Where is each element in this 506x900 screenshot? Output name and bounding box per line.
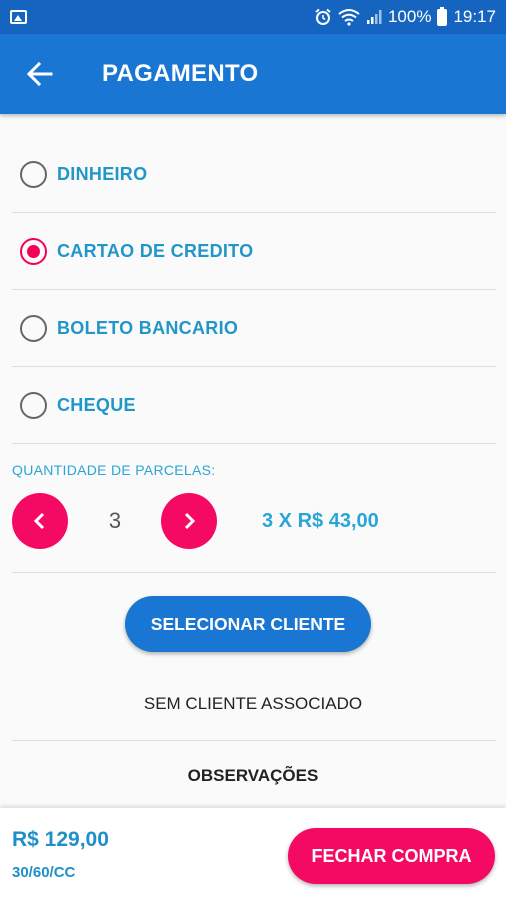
- battery-percent: 100%: [387, 7, 432, 26]
- decrement-button[interactable]: [12, 493, 68, 549]
- payment-option-label: CHEQUE: [57, 395, 136, 415]
- arrow-left-icon: [27, 61, 53, 87]
- payment-option-label: CARTAO DE CREDITO: [57, 241, 254, 261]
- increment-button[interactable]: [161, 493, 217, 549]
- image-icon: [10, 10, 27, 24]
- order-total: R$ 129,00: [12, 828, 109, 851]
- observations-button[interactable]: OBSERVAÇÕES: [0, 766, 506, 786]
- close-purchase-button[interactable]: FECHAR COMPRA: [288, 828, 495, 884]
- clock: 19:17: [453, 7, 496, 26]
- installments-label: QUANTIDADE DE PARCELAS:: [12, 462, 216, 478]
- signal-icon: [366, 10, 382, 24]
- battery-icon: [437, 6, 448, 26]
- chevron-right-icon: [184, 512, 196, 530]
- payment-option-cartao-de-credito[interactable]: CARTAO DE CREDITO: [12, 214, 496, 290]
- back-button[interactable]: [0, 34, 80, 114]
- radio-button[interactable]: [20, 392, 47, 419]
- radio-button-checked[interactable]: [20, 238, 47, 265]
- payment-option-label: DINHEIRO: [57, 164, 148, 184]
- installments-quantity: 3: [108, 508, 122, 533]
- payment-option-boleto-bancario[interactable]: BOLETO BANCARIO: [12, 291, 496, 367]
- radio-button[interactable]: [20, 161, 47, 188]
- app-bar: PAGAMENTO: [0, 34, 506, 114]
- wifi-icon: [338, 9, 360, 26]
- payment-option-label: BOLETO BANCARIO: [57, 318, 239, 338]
- divider: [12, 740, 496, 741]
- radio-button[interactable]: [20, 315, 47, 342]
- bottom-bar: R$ 129,00 30/60/CC FECHAR COMPRA: [0, 808, 506, 900]
- payment-option-dinheiro[interactable]: DINHEIRO: [12, 137, 496, 213]
- divider: [12, 572, 496, 573]
- alarm-icon: [315, 8, 331, 25]
- installments-value: 3 X R$ 43,00: [262, 510, 379, 532]
- chevron-left-icon: [33, 512, 45, 530]
- client-status: SEM CLIENTE ASSOCIADO: [143, 694, 363, 713]
- status-bar: 100% 19:17: [0, 0, 506, 34]
- page-title: PAGAMENTO: [102, 60, 259, 87]
- payment-option-cheque[interactable]: CHEQUE: [12, 368, 496, 444]
- select-client-button[interactable]: SELECIONAR CLIENTE: [125, 596, 371, 652]
- payment-plan: 30/60/CC: [12, 864, 76, 881]
